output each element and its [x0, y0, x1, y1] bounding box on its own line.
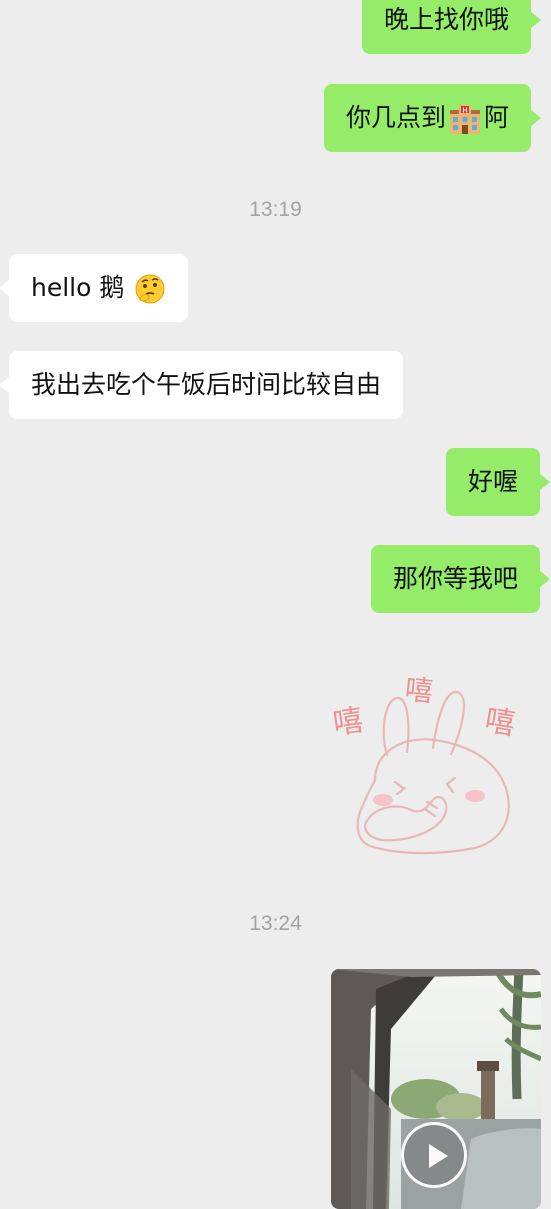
message-text: 晚上找你哦: [383, 5, 509, 34]
message-bubble-incoming[interactable]: hello 鹅: [0, 254, 189, 322]
rabbit-sticker[interactable]: 嘻 嘻 嘻: [325, 670, 525, 860]
message-bubble-outgoing[interactable]: 你几点到 H 阿: [323, 84, 542, 152]
message-text: 我出去吃个午饭后时间比较自由: [31, 370, 382, 399]
hotel-icon: H: [446, 103, 484, 135]
svg-text:H: H: [462, 107, 467, 114]
message-text: 那你等我吧: [392, 564, 518, 593]
chat-timestamp: 13:19: [249, 198, 302, 221]
sticker-text: 嘻: [403, 673, 434, 709]
message-text: 阿: [483, 103, 509, 132]
thinking-face-icon: [132, 273, 166, 305]
message-text: hello 鹅: [31, 273, 125, 302]
sticker-text: 嘻: [482, 703, 518, 743]
message-bubble-outgoing[interactable]: 好喔: [445, 448, 551, 516]
chat-timestamp: 13:24: [249, 912, 302, 935]
message-text: 你几点到: [345, 103, 446, 132]
message-bubble-outgoing[interactable]: 晚上找你哦: [361, 0, 542, 54]
play-icon[interactable]: [401, 1122, 467, 1188]
message-bubble-outgoing[interactable]: 那你等我吧: [370, 545, 551, 613]
message-text: 好喔: [467, 467, 518, 496]
sticker-text: 嘻: [331, 703, 366, 742]
message-bubble-incoming[interactable]: 我出去吃个午饭后时间比较自由: [0, 351, 404, 419]
rabbit-giggle-icon: 嘻 嘻 嘻: [331, 673, 518, 855]
